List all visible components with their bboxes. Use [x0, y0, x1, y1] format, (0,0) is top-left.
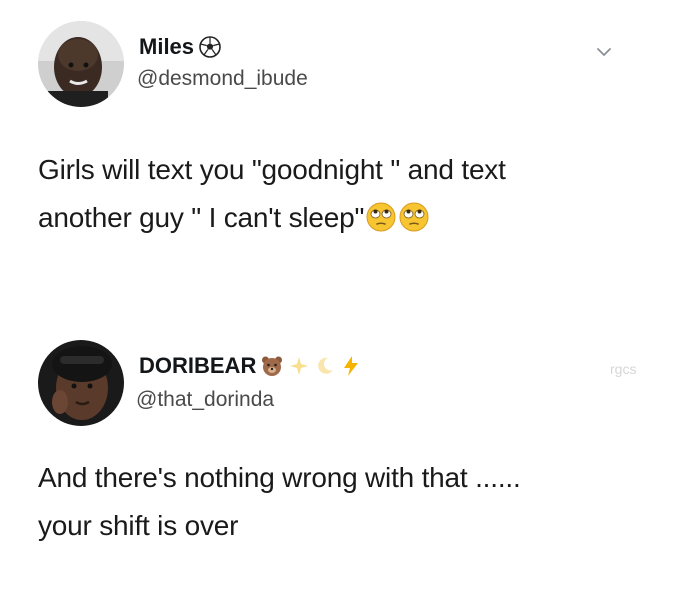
tweet-text-line-with-emoji: another guy " I can't sleep"	[38, 194, 638, 242]
sparkle-icon	[288, 355, 310, 377]
display-name-text: DORIBEAR	[139, 353, 257, 378]
lightning-bolt-icon	[340, 355, 362, 377]
handle[interactable]: @desmond_ibude	[137, 67, 308, 91]
tweet-text-line: another guy " I can't sleep"	[38, 202, 365, 233]
chevron-down-icon[interactable]	[592, 40, 616, 64]
crescent-moon-icon	[314, 355, 336, 377]
tweet-text-line: And there's nothing wrong with that ....…	[38, 462, 521, 493]
display-name[interactable]: Miles	[139, 34, 222, 60]
face-with-rolling-eyes-icon	[365, 200, 397, 232]
watermark: rgcs	[610, 361, 637, 377]
avatar-doribear[interactable]	[38, 340, 124, 426]
display-name[interactable]: DORIBEAR	[139, 353, 362, 379]
bear-icon	[260, 354, 284, 378]
tweet-text-line: your shift is over	[38, 510, 239, 541]
tweet-text: Girls will text you "goodnight " and tex…	[38, 146, 638, 242]
display-name-text: Miles	[139, 34, 195, 59]
avatar-miles[interactable]	[38, 21, 124, 107]
tweet-text: And there's nothing wrong with that ....…	[38, 454, 638, 550]
soccer-ball-icon	[198, 35, 222, 59]
tweet-text-line: Girls will text you "goodnight " and tex…	[38, 154, 506, 185]
tweet-reply[interactable]: DORIBEAR @that_dorinda rgcs And there's …	[0, 318, 680, 606]
handle[interactable]: @that_dorinda	[136, 388, 274, 412]
face-with-rolling-eyes-icon	[398, 200, 430, 232]
tweet-original[interactable]: Miles @desmond_ibude Girls will text you…	[0, 0, 680, 290]
